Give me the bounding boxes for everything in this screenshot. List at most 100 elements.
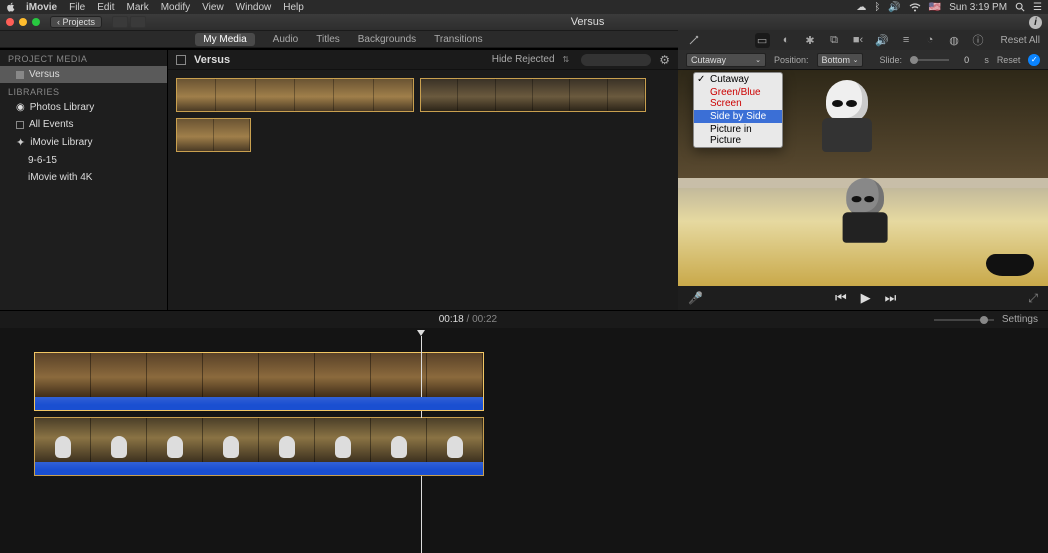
sidebar-item-photos[interactable]: ◉ Photos Library bbox=[0, 99, 167, 116]
slide-label: Slide: bbox=[879, 55, 902, 65]
overlay-mode-menu: Cutaway Green/Blue Screen Side by Side P… bbox=[693, 72, 783, 148]
timeline-zoom-slider[interactable] bbox=[934, 319, 994, 321]
clip-info-icon[interactable]: ⓘ bbox=[971, 33, 986, 48]
clip-filter-icon[interactable]: ◍ bbox=[947, 33, 962, 48]
reset-all-button[interactable]: Reset All bbox=[1001, 35, 1040, 46]
download-button[interactable] bbox=[130, 16, 146, 28]
apply-check-icon[interactable]: ✓ bbox=[1028, 54, 1040, 66]
auto-enhance-icon[interactable] bbox=[686, 33, 701, 48]
tab-audio[interactable]: Audio bbox=[273, 34, 299, 45]
chevron-down-icon: ⌄ bbox=[755, 56, 761, 64]
media-clip-3[interactable] bbox=[176, 118, 251, 152]
reset-button[interactable]: Reset bbox=[997, 55, 1021, 65]
menu-item-side-by-side[interactable]: Side by Side bbox=[694, 110, 782, 123]
next-frame-button[interactable]: ⏭ bbox=[885, 290, 897, 306]
stabilization-icon[interactable]: ■‹ bbox=[851, 33, 866, 48]
menu-edit[interactable]: Edit bbox=[97, 2, 114, 13]
noise-reduction-icon[interactable]: ≡ bbox=[899, 33, 914, 48]
media-clip-2[interactable]: 26.0s bbox=[420, 78, 646, 112]
notification-center-icon[interactable]: ☰ bbox=[1033, 2, 1042, 13]
timeline-clip-overlay[interactable] bbox=[35, 353, 483, 397]
menu-window[interactable]: Window bbox=[236, 2, 272, 13]
position-dropdown[interactable]: Bottom ⌄ bbox=[817, 53, 864, 67]
tab-titles[interactable]: Titles bbox=[316, 34, 340, 45]
app-menu[interactable]: iMovie bbox=[26, 2, 57, 13]
window-title: Versus bbox=[146, 16, 1029, 28]
total-time: 00:22 bbox=[472, 314, 497, 325]
sidebar-item-all-events[interactable]: All Events bbox=[0, 116, 167, 133]
play-button[interactable]: ▶ bbox=[861, 290, 871, 306]
menu-file[interactable]: File bbox=[69, 2, 85, 13]
wifi-icon[interactable] bbox=[909, 3, 921, 12]
computer-mouse-prop bbox=[986, 254, 1034, 276]
color-correction-icon[interactable]: ✱ bbox=[803, 33, 818, 48]
media-clip-1[interactable] bbox=[176, 78, 414, 112]
tab-backgrounds[interactable]: Backgrounds bbox=[358, 34, 416, 45]
library-icon: ✦ bbox=[16, 136, 25, 149]
macos-menubar: iMovie File Edit Mark Modify View Window… bbox=[0, 0, 1048, 14]
fullscreen-icon[interactable]: ⤢ bbox=[1028, 291, 1038, 306]
menu-help[interactable]: Help bbox=[283, 2, 304, 13]
current-time: 00:18 bbox=[439, 314, 464, 325]
timeline[interactable] bbox=[0, 328, 1048, 553]
video-overlay-settings-icon[interactable]: ▭ bbox=[755, 33, 770, 48]
slide-value: 0 bbox=[957, 55, 976, 65]
menu-view[interactable]: View bbox=[202, 2, 224, 13]
menu-item-green-blue[interactable]: Green/Blue Screen bbox=[694, 86, 782, 110]
overlay-mode-dropdown[interactable]: Cutaway ⌄ Cutaway Green/Blue Screen Side… bbox=[686, 53, 766, 67]
search-input[interactable] bbox=[581, 54, 651, 66]
menu-mark[interactable]: Mark bbox=[126, 2, 148, 13]
info-button[interactable]: i bbox=[1029, 16, 1042, 29]
bluetooth-icon[interactable]: ᛒ bbox=[874, 2, 880, 13]
cloud-icon[interactable]: ☁︎ bbox=[856, 2, 866, 13]
window-controls[interactable] bbox=[6, 18, 40, 26]
timeline-clip-primary-audio[interactable] bbox=[34, 462, 484, 476]
clock[interactable]: Sun 3:19 PM bbox=[949, 2, 1007, 13]
menu-modify[interactable]: Modify bbox=[161, 2, 190, 13]
minimize-window-icon[interactable] bbox=[19, 18, 27, 26]
crop-icon[interactable]: ⧉ bbox=[827, 33, 842, 48]
tab-transitions[interactable]: Transitions bbox=[434, 34, 483, 45]
photos-label: Photos Library bbox=[30, 102, 94, 113]
voiceover-mic-icon[interactable]: 🎤 bbox=[688, 291, 703, 305]
speed-icon[interactable]: ◔ bbox=[923, 33, 938, 48]
viewer-panel: Cutaway ⌄ Cutaway Green/Blue Screen Side… bbox=[678, 50, 1048, 310]
color-balance-icon[interactable]: ◐ bbox=[779, 33, 794, 48]
chevron-down-icon: ⌄ bbox=[853, 56, 859, 64]
sidebar-item-event-2[interactable]: iMovie with 4K bbox=[0, 169, 167, 186]
volume-adjust-icon[interactable]: 🔊 bbox=[875, 33, 890, 48]
timeline-clip-primary[interactable] bbox=[35, 418, 483, 462]
volume-icon[interactable]: 🔊 bbox=[888, 2, 900, 13]
slide-slider[interactable] bbox=[910, 59, 949, 61]
timecode: 00:18 / 00:22 bbox=[10, 314, 926, 325]
timeline-clip-overlay-audio[interactable] bbox=[34, 397, 484, 411]
projects-back-button[interactable]: ‹ Projects bbox=[50, 16, 102, 28]
hide-rejected-dropdown[interactable]: Hide Rejected bbox=[492, 54, 555, 65]
zoom-window-icon[interactable] bbox=[32, 18, 40, 26]
list-view-toggle[interactable] bbox=[176, 55, 186, 65]
timeline-settings-button[interactable]: Settings bbox=[1002, 314, 1038, 325]
sidebar-item-event-1[interactable]: 9-6-15 bbox=[0, 152, 167, 169]
position-label: Position: bbox=[774, 55, 809, 65]
apple-menu-icon[interactable] bbox=[6, 2, 16, 12]
sidebar-item-project[interactable]: Versus bbox=[0, 66, 167, 83]
sidebar-item-imovie-library[interactable]: ✦ iMovie Library bbox=[0, 133, 167, 152]
time-separator: / bbox=[464, 314, 472, 325]
spotlight-icon[interactable] bbox=[1015, 2, 1025, 12]
browser-settings-icon[interactable]: ⚙ bbox=[659, 53, 670, 67]
tab-my-media[interactable]: My Media bbox=[195, 33, 254, 46]
prev-frame-button[interactable]: ⏮ bbox=[835, 290, 847, 306]
imovie-library-label: iMovie Library bbox=[30, 137, 92, 148]
viewer-bottom-clip bbox=[678, 178, 1048, 286]
menu-item-cutaway[interactable]: Cutaway bbox=[694, 73, 782, 86]
section-project-media: PROJECT MEDIA bbox=[0, 50, 167, 66]
close-window-icon[interactable] bbox=[6, 18, 14, 26]
figure-stormtrooper bbox=[818, 80, 878, 160]
flag-icon[interactable]: 🇺🇸 bbox=[929, 2, 941, 13]
library-sidebar: PROJECT MEDIA Versus LIBRARIES ◉ Photos … bbox=[0, 50, 168, 310]
menu-item-pip[interactable]: Picture in Picture bbox=[694, 123, 782, 147]
position-value: Bottom bbox=[822, 55, 851, 65]
inspector-toolbar: ▭ ◐ ✱ ⧉ ■‹ 🔊 ≡ ◔ ◍ ⓘ Reset All bbox=[678, 30, 1048, 50]
import-media-button[interactable] bbox=[112, 16, 128, 28]
sort-arrows-icon[interactable]: ⇅ bbox=[563, 55, 570, 64]
